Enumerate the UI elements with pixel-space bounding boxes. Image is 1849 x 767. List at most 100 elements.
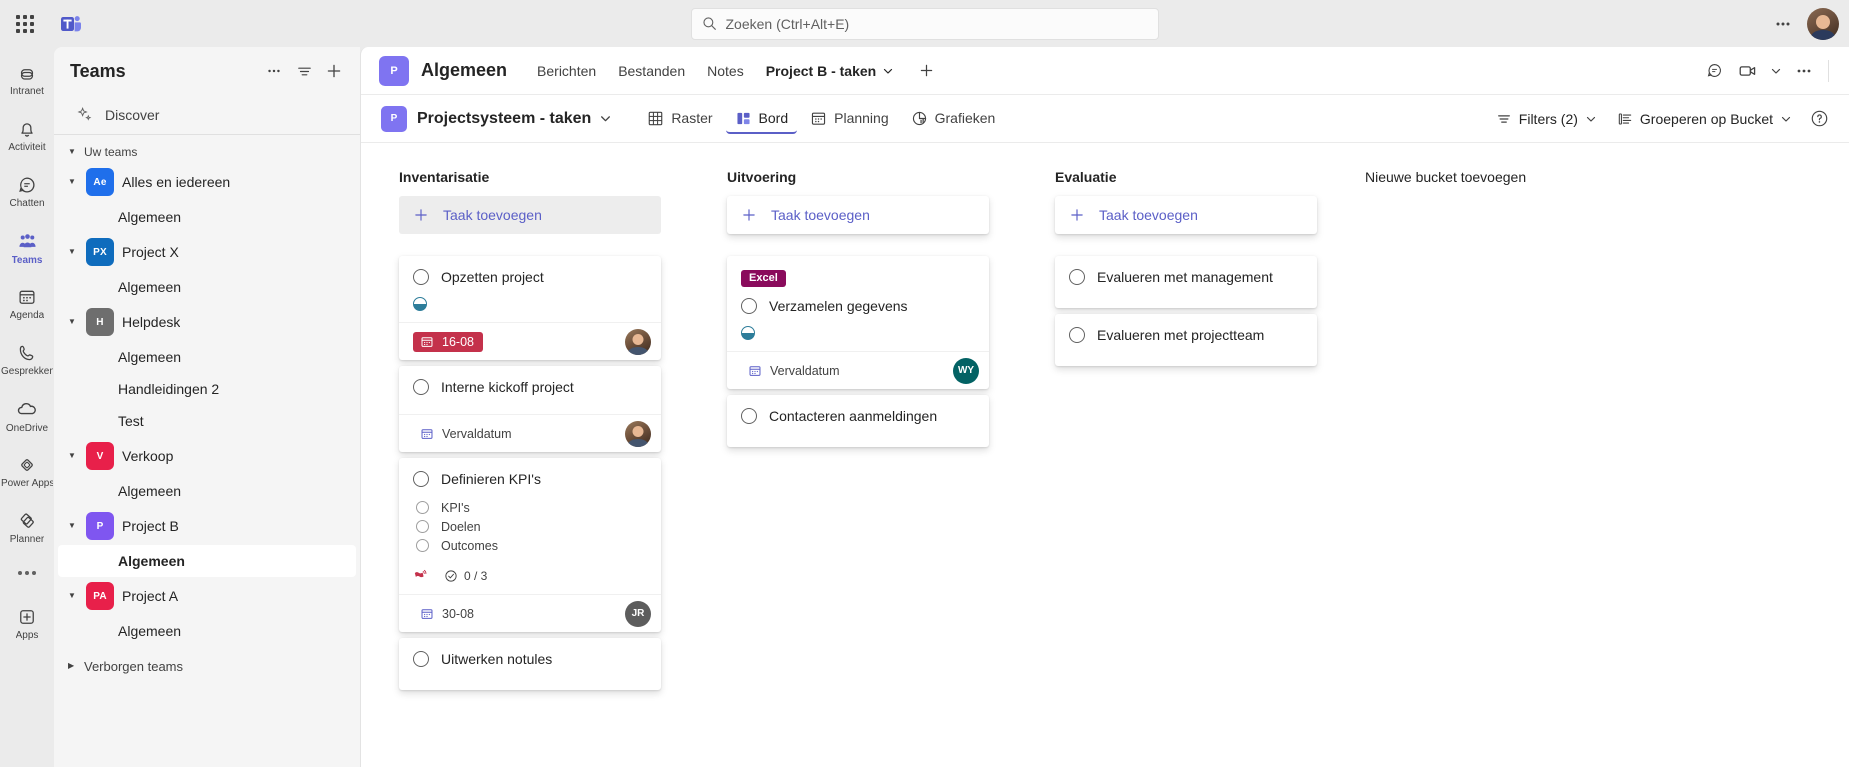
- account-avatar[interactable]: [1807, 7, 1839, 40]
- channel-row[interactable]: Algemeen: [58, 201, 356, 233]
- filters-button[interactable]: Filters (2): [1488, 105, 1605, 133]
- task-assignee-avatar[interactable]: WY: [953, 357, 979, 384]
- task-card[interactable]: Excel Verzamelen gegevens Vervaldatum WY: [727, 256, 989, 389]
- plan-dropdown-button[interactable]: [599, 112, 612, 125]
- rail-item-chatten[interactable]: Chatten: [2, 165, 52, 219]
- channel-row[interactable]: Algemeen: [58, 615, 356, 647]
- checklist-item[interactable]: Doelen: [413, 517, 647, 536]
- checklist-radio[interactable]: [416, 539, 429, 552]
- rail-item-activiteit[interactable]: Activiteit: [2, 109, 52, 163]
- channel-row[interactable]: Handleidingen 2: [58, 373, 356, 405]
- view-grafieken[interactable]: Grafieken: [902, 104, 1005, 134]
- channel-header: P Algemeen Berichten Bestanden Notes Pro…: [361, 47, 1849, 95]
- channel-row[interactable]: Test: [58, 405, 356, 437]
- task-card[interactable]: Evalueren met management: [1055, 256, 1317, 308]
- task-complete-radio[interactable]: [1069, 269, 1085, 285]
- task-card[interactable]: Opzetten project 16-08: [399, 256, 661, 360]
- task-complete-radio[interactable]: [413, 379, 429, 395]
- search-container: [690, 7, 1159, 40]
- checklist-item[interactable]: Outcomes: [413, 536, 647, 555]
- add-team-button[interactable]: [320, 57, 348, 85]
- task-due-date-badge[interactable]: 16-08: [413, 331, 483, 352]
- add-task-button[interactable]: Taak toevoegen: [727, 196, 989, 234]
- hidden-teams-row[interactable]: Verborgen teams: [54, 651, 360, 681]
- add-task-button[interactable]: Taak toevoegen: [399, 196, 661, 234]
- rail-item-onedrive[interactable]: OneDrive: [2, 389, 52, 443]
- bucket-title[interactable]: Uitvoering: [727, 169, 796, 185]
- channel-row[interactable]: Algemeen: [58, 475, 356, 507]
- task-complete-radio[interactable]: [413, 471, 429, 487]
- task-card[interactable]: Contacteren aanmeldingen: [727, 395, 989, 447]
- task-assignee-avatar[interactable]: [625, 420, 651, 447]
- checklist-item[interactable]: KPI's: [413, 498, 647, 517]
- tab-berichten[interactable]: Berichten: [527, 57, 606, 85]
- task-due-date-badge[interactable]: Vervaldatum: [741, 361, 848, 381]
- task-complete-radio[interactable]: [741, 408, 757, 424]
- discover-button[interactable]: Discover: [54, 95, 360, 135]
- view-bord[interactable]: Bord: [725, 104, 798, 134]
- team-row-project-b[interactable]: P Project B: [54, 507, 360, 545]
- channel-chat-button[interactable]: [1698, 55, 1730, 87]
- rail-label: Planner: [9, 534, 45, 545]
- task-card[interactable]: Definieren KPI's KPI's Doelen Outcomes 0…: [399, 458, 661, 632]
- channel-row[interactable]: Algemeen: [58, 271, 356, 303]
- rail-item-gesprekken[interactable]: Gesprekken: [1, 333, 53, 387]
- checklist-radio[interactable]: [416, 501, 429, 514]
- task-complete-radio[interactable]: [413, 269, 429, 285]
- channel-more-button[interactable]: [1788, 55, 1820, 87]
- rail-item-teams[interactable]: Teams: [2, 221, 52, 275]
- help-button[interactable]: [1804, 103, 1835, 134]
- task-complete-radio[interactable]: [413, 651, 429, 667]
- group-by-button[interactable]: Groeperen op Bucket: [1609, 105, 1800, 133]
- checklist-radio[interactable]: [416, 520, 429, 533]
- tab-project-b-taken[interactable]: Project B - taken: [756, 57, 904, 85]
- task-title: Definieren KPI's: [441, 471, 541, 487]
- rail-item-planner[interactable]: Planner: [2, 501, 52, 555]
- task-due-date-badge[interactable]: 30-08: [413, 604, 483, 624]
- add-bucket-button[interactable]: Nieuwe bucket toevoegen: [1365, 169, 1625, 185]
- tab-bestanden[interactable]: Bestanden: [608, 57, 695, 85]
- task-complete-radio[interactable]: [741, 298, 757, 314]
- task-title: Uitwerken notules: [441, 651, 553, 667]
- team-row-project-x[interactable]: PX Project X: [54, 233, 360, 271]
- channel-row[interactable]: Algemeen: [58, 341, 356, 373]
- teams-tree[interactable]: Uw teams Ae Alles en iedereen Algemeen P…: [54, 135, 360, 767]
- rail-item-intranet[interactable]: Intranet: [2, 53, 52, 107]
- rail-more-button[interactable]: [2, 557, 52, 589]
- task-due-date-badge[interactable]: Vervaldatum: [413, 424, 520, 444]
- task-card[interactable]: Uitwerken notules: [399, 638, 661, 690]
- app-launcher-button[interactable]: [5, 4, 45, 44]
- view-raster[interactable]: Raster: [638, 104, 721, 134]
- teams-group-header[interactable]: Uw teams: [54, 141, 360, 163]
- add-task-button[interactable]: Taak toevoegen: [1055, 196, 1317, 234]
- team-row-project-a[interactable]: PA Project A: [54, 577, 360, 615]
- tab-notes[interactable]: Notes: [697, 57, 754, 85]
- top-more-button[interactable]: [1767, 8, 1799, 40]
- task-assignee-avatar[interactable]: JR: [625, 600, 651, 627]
- add-tab-button[interactable]: [912, 57, 940, 85]
- rail-item-agenda[interactable]: Agenda: [2, 277, 52, 331]
- task-assignee-avatar[interactable]: [625, 328, 651, 355]
- rail-item-apps[interactable]: Apps: [2, 597, 52, 651]
- team-row-verkoop[interactable]: V Verkoop: [54, 437, 360, 475]
- team-row-alles-en-iedereen[interactable]: Ae Alles en iedereen: [54, 163, 360, 201]
- channel-meet-dropdown[interactable]: [1766, 55, 1786, 87]
- channel-team-avatar: P: [379, 55, 409, 86]
- channel-meet-button[interactable]: [1732, 55, 1764, 87]
- search-input[interactable]: [725, 15, 1148, 32]
- channel-row-selected[interactable]: Algemeen: [58, 545, 356, 577]
- view-planning[interactable]: Planning: [801, 104, 898, 134]
- teams-more-button[interactable]: [260, 57, 288, 85]
- checklist-count-label: 0 / 3: [464, 568, 488, 583]
- team-row-helpdesk[interactable]: H Helpdesk: [54, 303, 360, 341]
- task-card[interactable]: Interne kickoff project Vervaldatum: [399, 366, 661, 452]
- bucket-title[interactable]: Evaluatie: [1055, 169, 1116, 185]
- task-card[interactable]: Evalueren met projectteam: [1055, 314, 1317, 366]
- task-label-chip[interactable]: Excel: [741, 270, 786, 287]
- teams-filter-button[interactable]: [290, 57, 318, 85]
- rail-item-power-apps[interactable]: Power Apps: [1, 445, 53, 499]
- planner-board[interactable]: Inventarisatie Taak toevoegen Opzetten p…: [361, 143, 1849, 767]
- bucket-title[interactable]: Inventarisatie: [399, 169, 489, 185]
- task-complete-radio[interactable]: [1069, 327, 1085, 343]
- search-box[interactable]: [690, 7, 1159, 40]
